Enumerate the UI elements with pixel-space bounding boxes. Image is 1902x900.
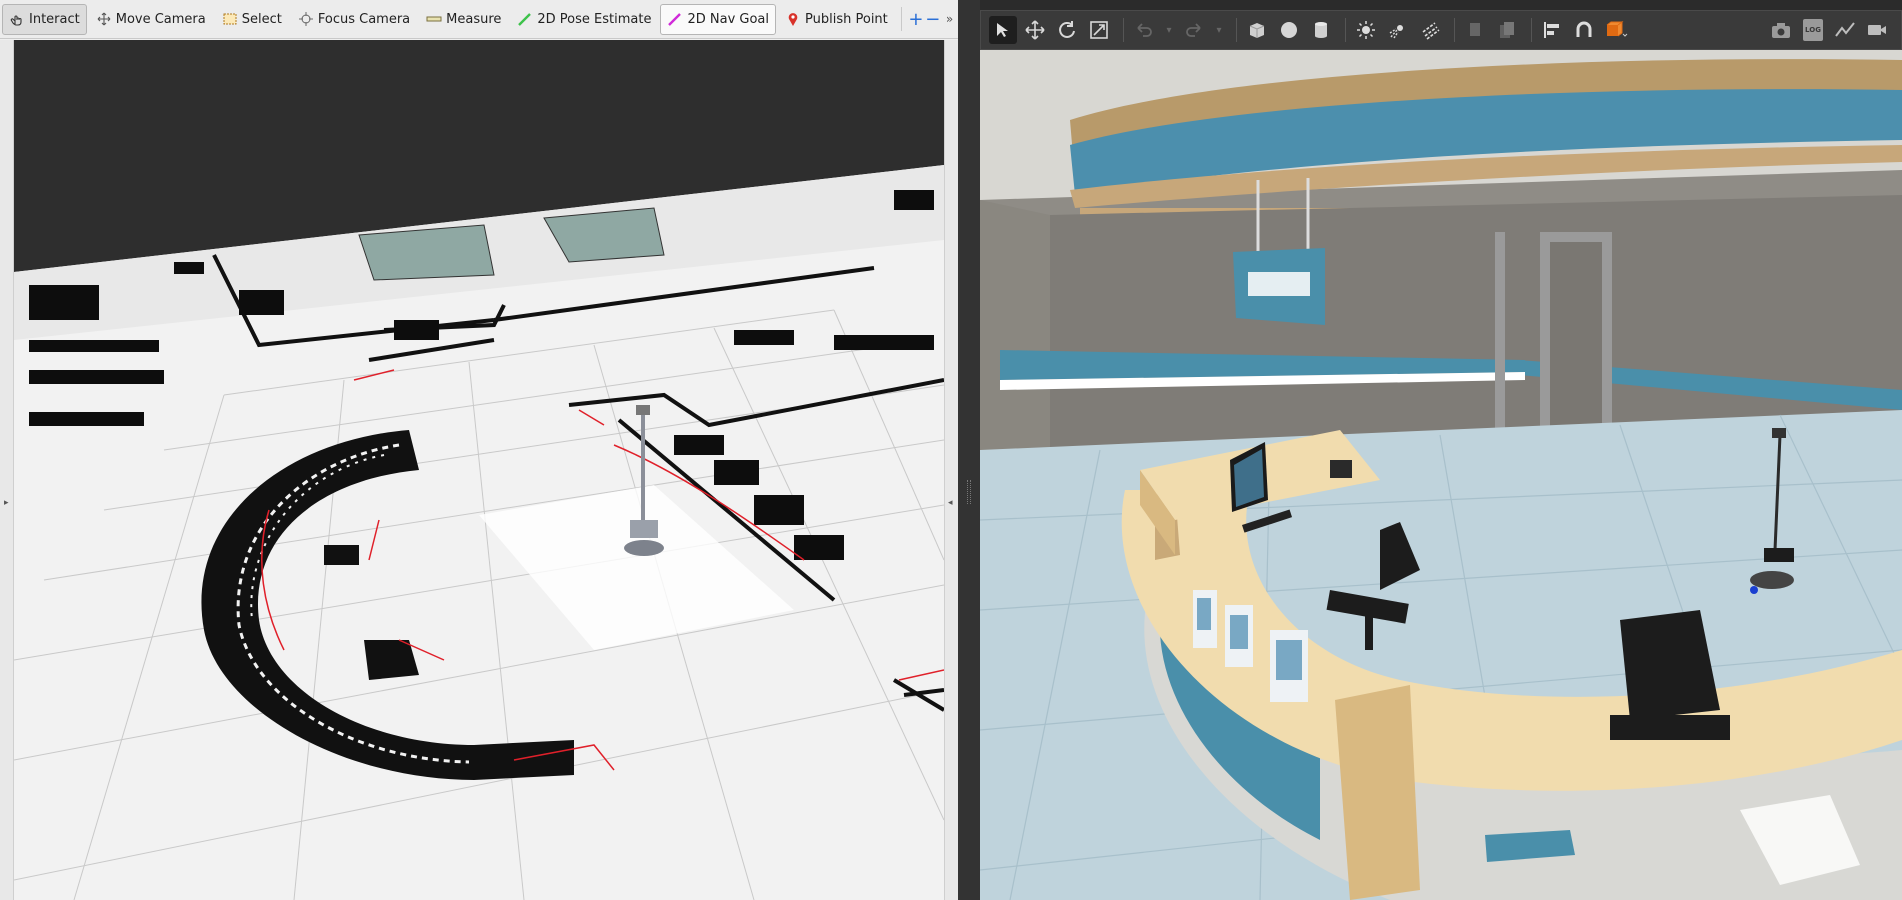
- box-icon: [1249, 23, 1265, 38]
- add-tool-button[interactable]: +: [907, 6, 924, 32]
- rotate-mode-icon: [1059, 21, 1075, 38]
- gz-toolbar-divider: [1454, 18, 1455, 42]
- point-light-icon: [1357, 21, 1375, 39]
- paste-icon: [1500, 22, 1514, 38]
- move-camera-tool-button[interactable]: Move Camera: [89, 4, 213, 35]
- gz-toolbar-divider: [1236, 18, 1237, 42]
- double-chevron-right-icon: »: [945, 12, 954, 26]
- toolbar-divider: [900, 7, 902, 31]
- publish-point-tool-button[interactable]: Publish Point: [778, 4, 895, 35]
- redo-icon: [1186, 23, 1201, 37]
- undo-icon: [1137, 23, 1152, 37]
- log-button[interactable]: LOG: [1799, 16, 1827, 44]
- align-button[interactable]: [1538, 16, 1566, 44]
- plus-icon: +: [908, 8, 924, 30]
- gz-toolbar-divider: [1123, 18, 1124, 42]
- directional-light-icon: [1422, 22, 1440, 40]
- snap-button[interactable]: [1570, 16, 1598, 44]
- redo-button[interactable]: [1180, 16, 1208, 44]
- sphere-icon: [1281, 22, 1297, 38]
- measure-tool-button[interactable]: Measure: [419, 4, 508, 35]
- log-icon-label: LOG: [1805, 26, 1821, 34]
- view-angle-button[interactable]: [1602, 16, 1630, 44]
- plot-icon: [1835, 22, 1855, 37]
- undo-history-button[interactable]: ▾: [1162, 16, 1176, 44]
- rviz-window: Interact Move Camera Select Focus Camera…: [0, 0, 958, 900]
- collapse-left-arrow-icon: ▸: [4, 498, 9, 508]
- box-shape-button[interactable]: [1243, 16, 1271, 44]
- point-light-button[interactable]: [1352, 16, 1380, 44]
- window-splitter[interactable]: [958, 0, 980, 900]
- spot-light-icon: [1389, 25, 1403, 39]
- left-dock-collapse-strip[interactable]: ▸: [0, 40, 14, 900]
- remove-tool-button[interactable]: −: [924, 6, 941, 32]
- chevron-down-icon: ▾: [1166, 24, 1172, 36]
- desk-phone: [1330, 460, 1352, 478]
- pose-estimate-tool-button[interactable]: 2D Pose Estimate: [510, 4, 658, 35]
- select-mode-button[interactable]: [989, 16, 1017, 44]
- snap-icon: [1576, 21, 1592, 37]
- interact-tool-button[interactable]: Interact: [2, 3, 87, 35]
- gazebo-scene-render: [980, 50, 1902, 900]
- screenshot-button[interactable]: [1767, 16, 1795, 44]
- rotate-mode-button[interactable]: [1053, 16, 1081, 44]
- rviz-toolbar: Interact Move Camera Select Focus Camera…: [0, 0, 958, 39]
- gz-toolbar-divider: [1345, 18, 1346, 42]
- video-record-icon: [1868, 25, 1886, 35]
- nav-goal-tool-button[interactable]: 2D Nav Goal: [660, 3, 777, 35]
- log-icon: LOG: [1803, 19, 1823, 41]
- copy-button[interactable]: [1461, 16, 1489, 44]
- sphere-shape-button[interactable]: [1275, 16, 1303, 44]
- rviz-3d-viewport[interactable]: [14, 40, 944, 900]
- cylinder-icon: [1315, 22, 1327, 38]
- select-mode-icon: [997, 23, 1008, 37]
- gazebo-window: ▾ ▾ LOG: [980, 0, 1902, 900]
- chevron-down-icon: ▾: [1216, 24, 1222, 36]
- directional-light-button[interactable]: [1416, 16, 1444, 44]
- publish-point-tool-label: Publish Point: [805, 11, 888, 27]
- pose-estimate-tool-label: 2D Pose Estimate: [537, 11, 652, 27]
- focus-camera-tool-label: Focus Camera: [317, 11, 411, 27]
- minus-icon: −: [925, 8, 941, 30]
- select-tool-button[interactable]: Select: [215, 4, 289, 35]
- toolbar-overflow-button[interactable]: »: [941, 6, 958, 32]
- nav-goal-tool-label: 2D Nav Goal: [687, 11, 770, 27]
- scale-mode-icon: [1090, 21, 1108, 39]
- screenshot-icon: [1772, 23, 1790, 38]
- green-arrow-icon: [518, 13, 532, 26]
- move-camera-icon: [97, 12, 111, 26]
- view-angle-icon: [1606, 21, 1628, 37]
- splitter-grip: [967, 480, 971, 504]
- rviz-map-render: [14, 40, 944, 900]
- undo-button[interactable]: [1130, 16, 1158, 44]
- select-box-icon: [223, 13, 237, 25]
- video-record-button[interactable]: [1863, 16, 1891, 44]
- translate-mode-icon: [1025, 20, 1045, 40]
- magenta-arrow-icon: [668, 13, 682, 26]
- scale-mode-button[interactable]: [1085, 16, 1113, 44]
- ruler-icon: [426, 16, 442, 22]
- map-pin-icon: [788, 13, 798, 26]
- right-dock-collapse-strip[interactable]: ◂: [944, 40, 958, 900]
- select-tool-label: Select: [241, 11, 282, 27]
- focus-camera-tool-button[interactable]: Focus Camera: [291, 4, 417, 35]
- hand-pointer-icon: [10, 15, 22, 26]
- gazebo-3d-viewport[interactable]: [980, 50, 1902, 900]
- plot-button[interactable]: [1831, 16, 1859, 44]
- align-icon: [1544, 22, 1559, 38]
- gazebo-toolbar: ▾ ▾ LOG: [980, 10, 1902, 50]
- redo-history-button[interactable]: ▾: [1212, 16, 1226, 44]
- interact-tool-label: Interact: [29, 11, 80, 27]
- measure-tool-label: Measure: [446, 11, 502, 27]
- copy-icon: [1470, 23, 1480, 36]
- spot-light-button[interactable]: [1384, 16, 1412, 44]
- paste-button[interactable]: [1493, 16, 1521, 44]
- gazebo-toolbar-right: LOG: [1767, 16, 1901, 44]
- translate-mode-button[interactable]: [1021, 16, 1049, 44]
- cylinder-shape-button[interactable]: [1307, 16, 1335, 44]
- gz-toolbar-divider: [1531, 18, 1532, 42]
- focus-target-icon: [298, 12, 313, 26]
- collapse-right-arrow-icon: ◂: [948, 498, 953, 508]
- move-camera-tool-label: Move Camera: [115, 11, 206, 27]
